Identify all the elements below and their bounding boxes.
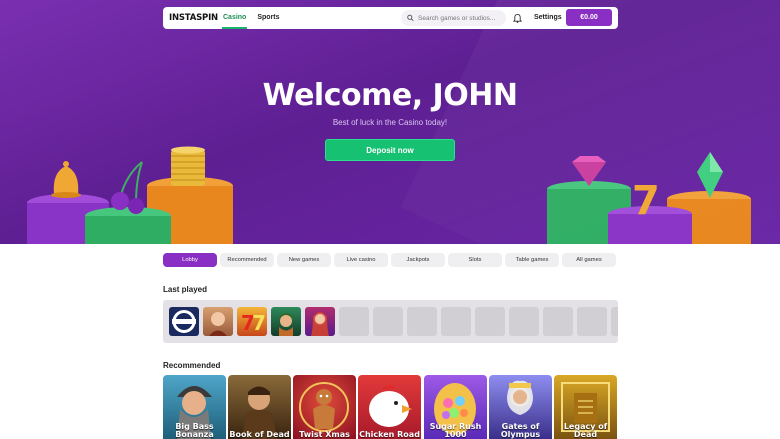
last-played-slot-empty <box>509 307 539 336</box>
game-title: Twist Xmas <box>299 430 350 439</box>
category-all-games[interactable]: All games <box>562 253 616 267</box>
game-thumbnail <box>209 312 227 336</box>
last-played-game[interactable]: 7 7 <box>237 307 267 336</box>
game-card-legacy-of-dead[interactable]: Legacy of Dead <box>554 375 617 439</box>
top-navbar: INSTASPIN Casino Sports Settings €0.00 <box>163 7 618 29</box>
last-played-slot-empty <box>339 307 369 336</box>
game-title: Legacy of Dead <box>563 422 608 439</box>
game-title: Chicken Road <box>359 430 420 439</box>
game-card-sugar-rush-1000[interactable]: Sugar Rush 1000 <box>424 375 487 439</box>
deposit-button[interactable]: Deposit now <box>325 139 455 161</box>
balance-button[interactable]: €0.00 <box>566 9 612 26</box>
category-table-games[interactable]: Table games <box>505 253 559 267</box>
recommended-title: Recommended <box>163 361 221 370</box>
category-live-casino[interactable]: Live casino <box>334 253 388 267</box>
category-lobby[interactable]: Lobby <box>163 253 217 267</box>
tab-sports[interactable]: Sports <box>257 7 279 29</box>
game-thumbnail <box>172 310 196 333</box>
last-played-slot-empty <box>611 307 618 336</box>
last-played-slot-empty <box>407 307 437 336</box>
notifications-button[interactable] <box>511 11 523 25</box>
category-jackpots[interactable]: Jackpots <box>391 253 445 267</box>
bell-icon <box>512 13 522 23</box>
game-thumbnail <box>311 312 329 336</box>
last-played-slot-empty <box>475 307 505 336</box>
last-played-slot-empty <box>543 307 573 336</box>
game-card-chicken-road[interactable]: Chicken Road <box>358 375 421 439</box>
category-tabs: Lobby Recommended New games Live casino … <box>163 253 618 267</box>
svg-text:7: 7 <box>632 178 660 224</box>
game-card-big-bass-bonanza[interactable]: Big Bass Bonanza <box>163 375 226 439</box>
category-new-games[interactable]: New games <box>277 253 331 267</box>
last-played-game[interactable] <box>305 307 335 336</box>
last-played-strip: 7 7 <box>163 300 618 343</box>
tab-casino[interactable]: Casino <box>221 7 248 29</box>
search-box[interactable] <box>401 10 506 26</box>
last-played-slot-empty <box>577 307 607 336</box>
left-podiums <box>27 146 233 244</box>
last-played-game[interactable] <box>169 307 199 336</box>
search-icon <box>407 14 414 22</box>
game-title: Sugar Rush 1000 <box>429 422 482 439</box>
right-podiums: 7 <box>547 152 751 244</box>
category-slots[interactable]: Slots <box>448 253 502 267</box>
settings-button[interactable]: Settings <box>534 7 562 29</box>
brand-logo[interactable]: INSTASPIN <box>169 13 218 23</box>
game-card-book-of-dead[interactable]: Book of Dead <box>228 375 291 439</box>
welcome-subtitle: Best of luck in the Casino today! <box>332 118 448 127</box>
category-recommended[interactable]: Recommended <box>220 253 274 267</box>
svg-text:7: 7 <box>252 311 266 335</box>
game-card-twist-xmas[interactable]: Twist Xmas <box>293 375 356 439</box>
welcome-title: Welcome, JOHN <box>262 78 518 113</box>
game-title: Book of Dead <box>229 430 290 439</box>
last-played-slot-empty <box>373 307 403 336</box>
last-played-slot-empty <box>441 307 471 336</box>
last-played-game[interactable] <box>203 307 233 336</box>
last-played-game[interactable] <box>271 307 301 336</box>
game-title: Big Bass Bonanza <box>175 422 214 439</box>
game-title: Gates of Olympus <box>500 422 541 439</box>
game-card-gates-of-olympus[interactable]: Gates of Olympus <box>489 375 552 439</box>
last-played-title: Last played <box>163 285 208 294</box>
game-thumbnail <box>278 313 294 336</box>
search-input[interactable] <box>418 14 506 22</box>
game-thumbnail: 7 7 <box>241 311 266 335</box>
